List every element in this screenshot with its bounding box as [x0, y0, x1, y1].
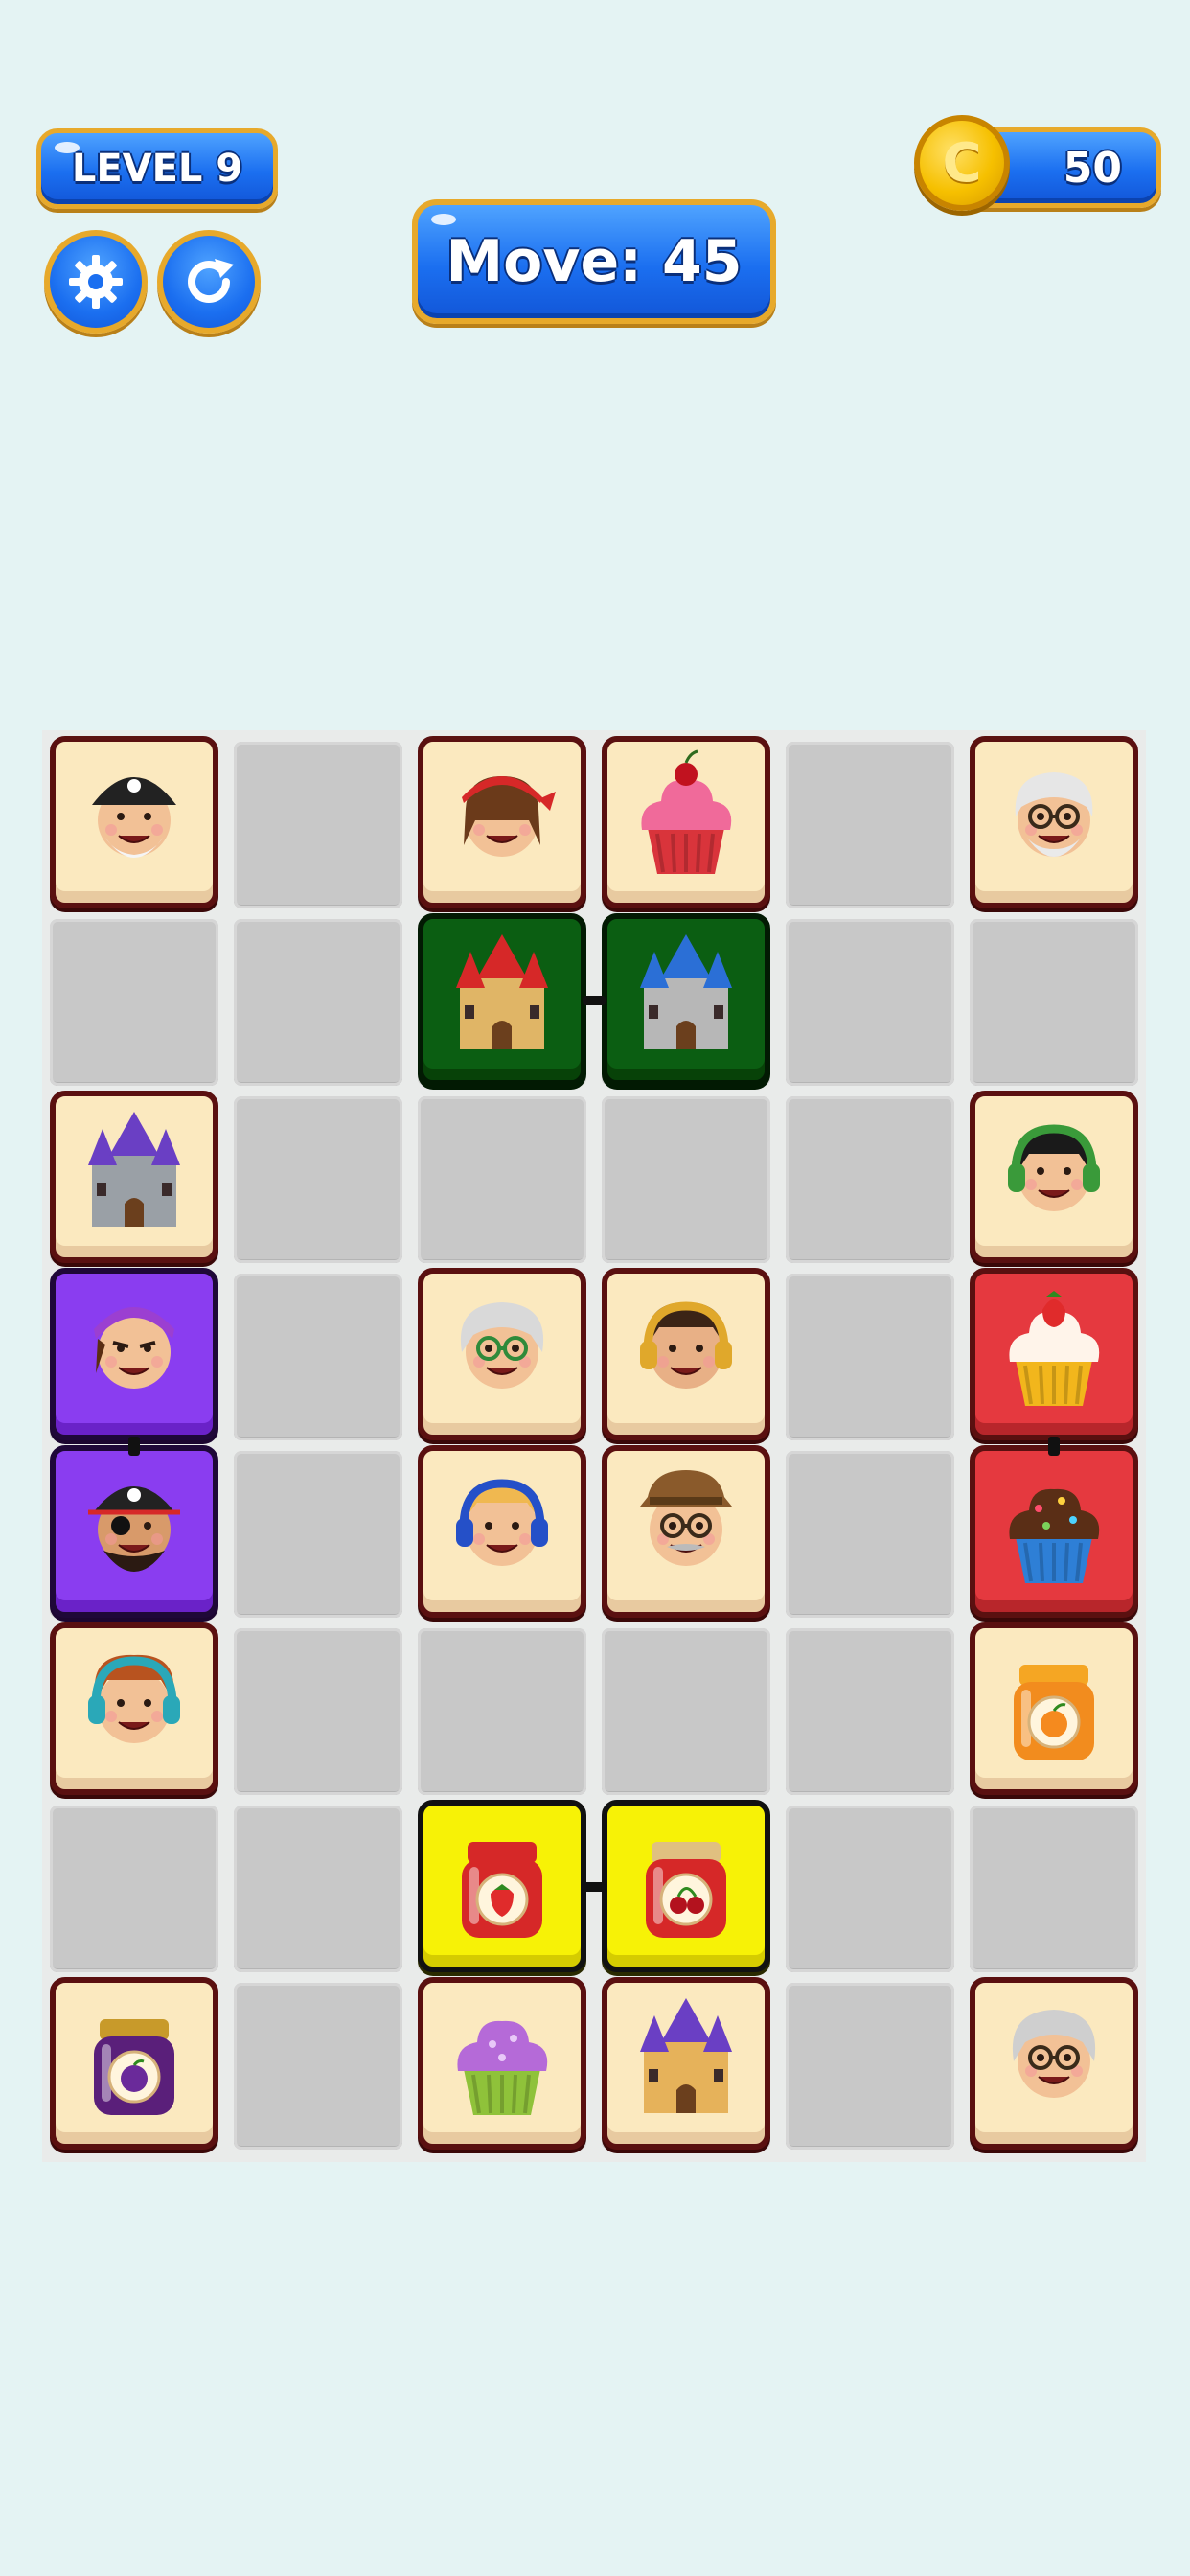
board-cell — [786, 1806, 954, 1972]
castle-red-roof-icon — [456, 934, 548, 1049]
tile-red-castle[interactable] — [418, 913, 586, 1086]
tile-cherry-jam[interactable] — [602, 1800, 770, 1972]
level-label: LEVEL 9 — [71, 147, 243, 191]
cherry-jam-jar-icon — [646, 1842, 726, 1938]
board-cell — [234, 1274, 402, 1440]
tile-angry-pirate-girl[interactable] — [50, 1268, 218, 1440]
board-cell — [234, 1451, 402, 1618]
tile-sand-castle[interactable] — [602, 1977, 770, 2150]
tile-blue-castle[interactable] — [602, 913, 770, 1086]
coin-count: 50 — [1063, 143, 1122, 193]
plum-jam-jar-icon — [94, 2019, 174, 2115]
tile-eyepatch-pirate[interactable] — [50, 1445, 218, 1618]
tile-girl-green-headphones[interactable] — [970, 1091, 1138, 1263]
tile-pirate-captain[interactable] — [50, 736, 218, 908]
pirate-girl-icon — [94, 1307, 174, 1389]
tile-link-connector — [583, 996, 606, 1005]
board-cell — [970, 1806, 1138, 1972]
board-cell — [418, 1096, 586, 1263]
pirate-eyepatch-icon — [88, 1486, 180, 1572]
board-cell — [786, 742, 954, 908]
grandpa-icon — [1015, 772, 1093, 857]
game-board — [42, 730, 1146, 2162]
board-cell — [234, 1628, 402, 1795]
board-cell — [602, 1096, 770, 1263]
board-cell — [418, 1628, 586, 1795]
boy-blue-headphones-icon — [456, 1479, 548, 1566]
tile-girl-red-bandana[interactable] — [418, 736, 586, 908]
grandma-glasses-icon — [1012, 2010, 1096, 2098]
grandma-icon — [460, 1302, 544, 1389]
board-cell — [786, 1628, 954, 1795]
board-cell — [234, 1983, 402, 2150]
tile-boy-teal-headphones[interactable] — [50, 1622, 218, 1795]
strawberry-cupcake-icon — [1009, 1291, 1100, 1406]
board-cell — [234, 1806, 402, 1972]
purple-cupcake-icon — [457, 2020, 548, 2115]
castle-blue-roof-icon — [640, 934, 732, 1049]
tile-strawberry-cupcake[interactable] — [970, 1268, 1138, 1440]
tile-grandpa-glasses[interactable] — [970, 736, 1138, 908]
cherry-cupcake-icon — [641, 749, 732, 874]
board-cell — [786, 1096, 954, 1263]
orange-jam-jar-icon — [1014, 1665, 1094, 1760]
board-cell — [234, 742, 402, 908]
tile-link-connector — [128, 1437, 140, 1456]
board-cell — [786, 1274, 954, 1440]
board-cell — [50, 919, 218, 1086]
chocolate-cupcake-icon — [1009, 1488, 1100, 1583]
board-cell — [786, 1451, 954, 1618]
tile-grandpa-hat[interactable] — [602, 1445, 770, 1618]
restart-button[interactable] — [157, 230, 261, 334]
girl-bandana-icon — [462, 776, 556, 857]
tile-strawberry-jam[interactable] — [418, 1800, 586, 1972]
restart-icon — [188, 259, 234, 304]
board-cell — [602, 1628, 770, 1795]
tile-grandma-green-glasses[interactable] — [418, 1268, 586, 1440]
tile-boy-blue-headphones[interactable] — [418, 1445, 586, 1618]
coin-icon: C — [914, 115, 1010, 211]
coin-symbol: C — [942, 131, 982, 195]
castle-purple-roof-icon — [88, 1112, 180, 1227]
grandpa-hat-icon — [640, 1470, 732, 1566]
sand-castle-icon — [640, 1998, 732, 2113]
tile-orange-jam[interactable] — [970, 1622, 1138, 1795]
board-cell — [234, 919, 402, 1086]
tile-chocolate-cupcake[interactable] — [970, 1445, 1138, 1618]
boy-teal-headphones-icon — [88, 1654, 180, 1743]
tile-purple-castle[interactable] — [50, 1091, 218, 1263]
tile-grandma-glasses[interactable] — [970, 1977, 1138, 2150]
board-cell — [786, 919, 954, 1086]
settings-button[interactable] — [44, 230, 148, 334]
tile-purple-cupcake[interactable] — [418, 1977, 586, 2150]
tile-cherry-cupcake[interactable] — [602, 736, 770, 908]
board-cell — [50, 1806, 218, 1972]
board-cell — [970, 919, 1138, 1086]
board-cell — [234, 1096, 402, 1263]
pirate-smiling-icon — [92, 777, 176, 858]
tile-boy-yellow-headphones[interactable] — [602, 1268, 770, 1440]
tile-link-connector — [583, 1882, 606, 1892]
tile-link-connector — [1048, 1437, 1060, 1456]
gear-icon — [69, 255, 123, 309]
moves-counter: Move: 45 — [412, 199, 776, 324]
level-badge: LEVEL 9 — [36, 128, 278, 209]
tile-plum-jam[interactable] — [50, 1977, 218, 2150]
girl-headphones-icon — [1008, 1124, 1100, 1211]
boy-headphones-icon — [640, 1301, 732, 1389]
moves-label: Move: 45 — [446, 228, 743, 295]
board-cell — [786, 1983, 954, 2150]
strawberry-jam-jar-icon — [462, 1842, 542, 1938]
